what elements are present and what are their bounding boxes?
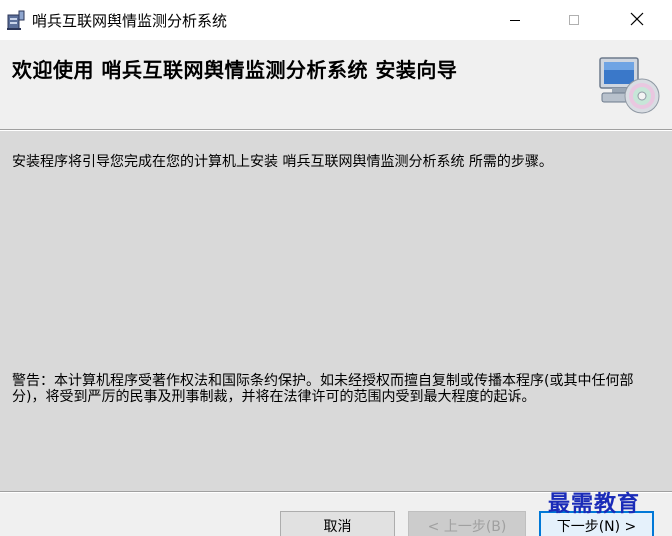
cancel-button[interactable]: 取消 <box>280 511 395 536</box>
window-title: 哨兵互联网舆情监测分析系统 <box>32 12 228 30</box>
wizard-body: 安装程序将引导您完成在您的计算机上安装 哨兵互联网舆情监测分析系统 所需的步骤。… <box>0 131 672 491</box>
banner-title: 欢迎使用 哨兵互联网舆情监测分析系统 安装向导 <box>12 58 458 82</box>
minimize-icon <box>509 11 521 30</box>
copyright-warning: 警告：本计算机程序受著作权法和国际条约保护。如未经授权而擅自复制或传播本程序(或… <box>12 373 634 405</box>
installer-window: 哨兵互联网舆情监测分析系统 欢迎使用 哨兵互联网舆情监测分析系统 安装向导 安装… <box>0 0 672 536</box>
close-button[interactable] <box>608 0 666 40</box>
installer-icon <box>6 9 26 31</box>
intro-text: 安装程序将引导您完成在您的计算机上安装 哨兵互联网舆情监测分析系统 所需的步骤。 <box>12 154 553 170</box>
close-icon <box>630 11 644 30</box>
maximize-button[interactable] <box>545 0 603 40</box>
title-bar[interactable]: 哨兵互联网舆情监测分析系统 <box>0 0 672 40</box>
computer-disc-icon <box>596 54 662 116</box>
watermark-logo: 最需教育 <box>548 491 641 517</box>
minimize-button[interactable] <box>486 0 544 40</box>
back-button[interactable]: < 上一步(B) <box>408 511 526 536</box>
wizard-banner: 欢迎使用 哨兵互联网舆情监测分析系统 安装向导 <box>0 40 672 129</box>
maximize-icon <box>568 11 580 30</box>
